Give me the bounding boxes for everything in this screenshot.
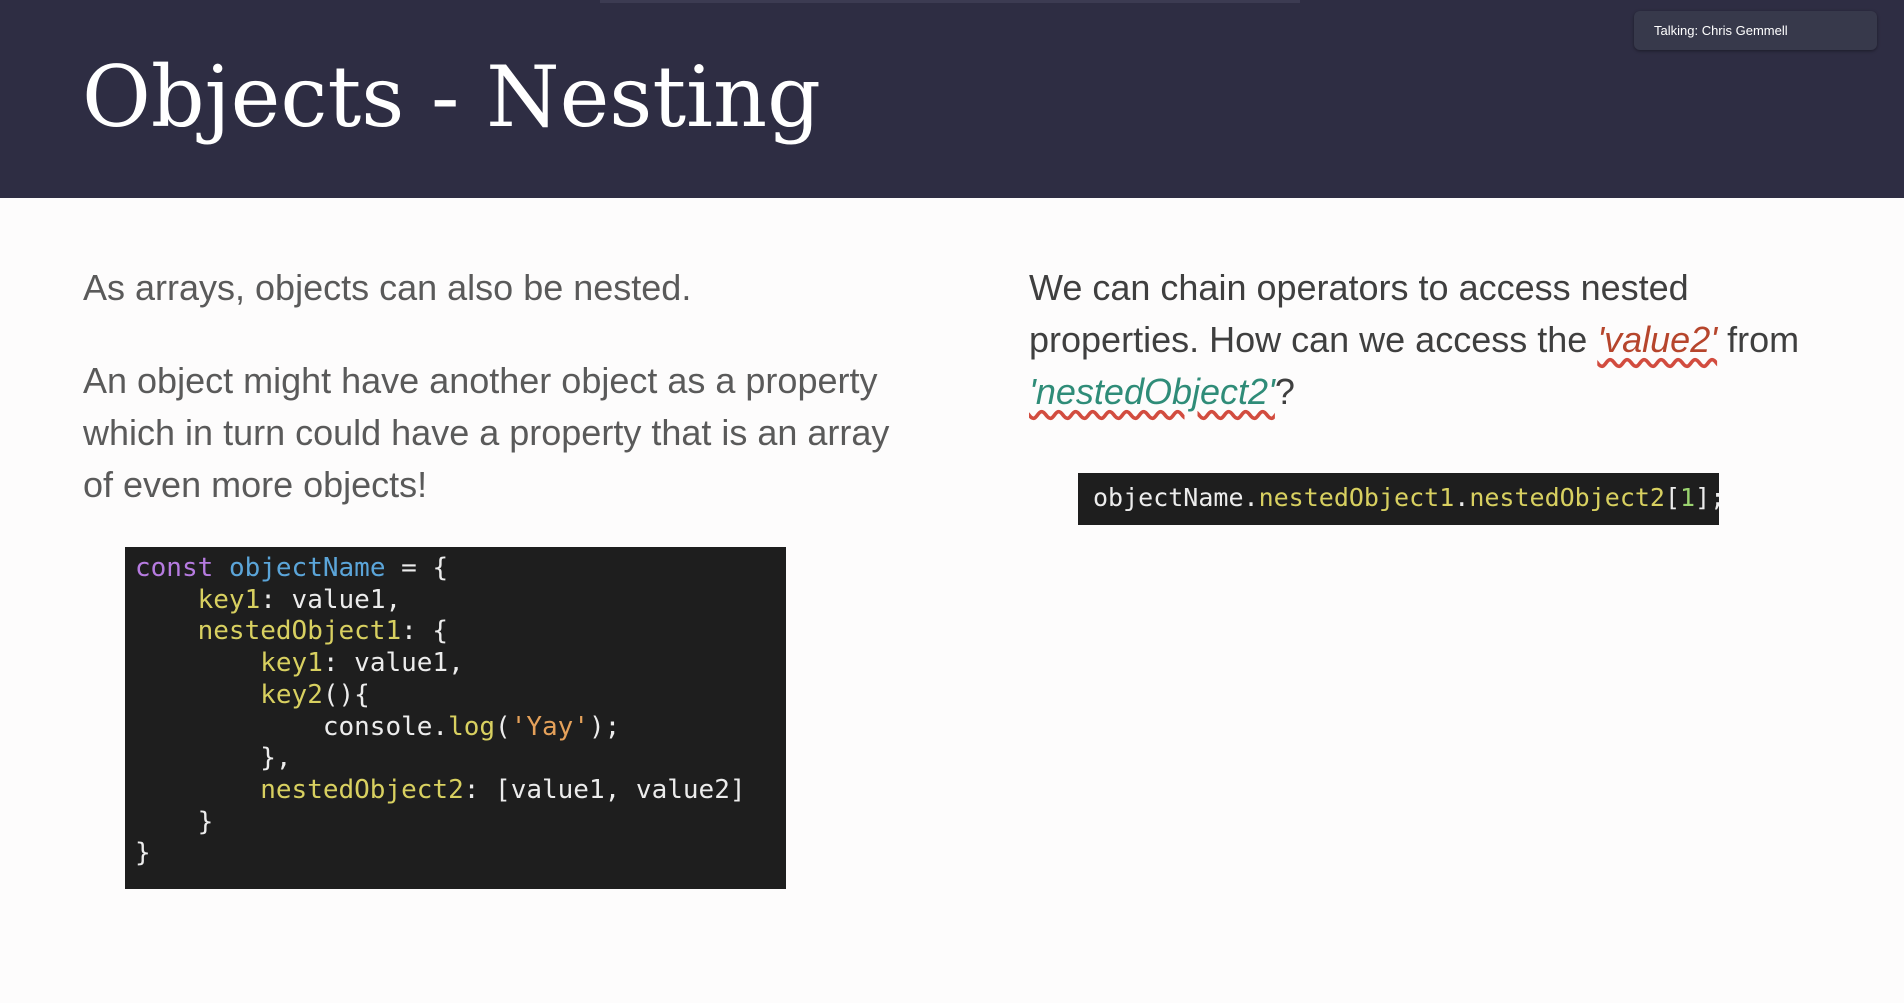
nestedobject2-reference: 'nestedObject2': [1029, 371, 1275, 412]
code-line-2: key1: value1,: [197, 584, 402, 615]
code-line-10: }: [135, 838, 151, 869]
slide-title: Objects - Nesting: [82, 48, 821, 146]
code-line-8: nestedObject2: [value1, value2]: [260, 774, 746, 805]
left-paragraph-1: As arrays, objects can also be nested.: [83, 267, 692, 308]
value2-reference: 'value2': [1597, 319, 1718, 360]
code-line-5: key2(){: [260, 679, 370, 710]
code-line-1: const objectName = {: [135, 553, 449, 583]
talking-indicator: Talking: Chris Gemmell: [1634, 11, 1877, 50]
code-line-4: key1: value1,: [260, 648, 464, 679]
talking-indicator-label: Talking: Chris Gemmell: [1654, 23, 1788, 38]
slide-header: Objects - Nesting: [0, 0, 1904, 198]
code-line-6: console.log('Yay');: [322, 711, 621, 742]
code-line-3: nestedObject1: {: [197, 616, 449, 647]
code-line-9: }: [197, 806, 214, 837]
header-top-shade: [600, 0, 1300, 3]
access-expression-code-block: objectName.nestedObject1.nestedObject2[1…: [1078, 473, 1725, 525]
nested-object-code-block: const objectName = { key1: value1, neste…: [125, 547, 786, 889]
left-paragraph-2: An object might have another object as a…: [83, 360, 890, 505]
code-line-7: },: [260, 743, 292, 774]
right-paragraph: We can chain operators to access nested …: [1029, 267, 1800, 412]
